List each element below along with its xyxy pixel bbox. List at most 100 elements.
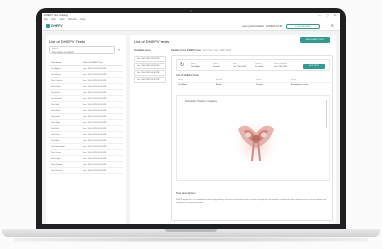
logo-text: DHEPV <box>51 24 63 28</box>
test-date-cell: Jan. 19th 2023 04:30 PM <box>83 170 107 172</box>
illustration-frame: Illustration: Positive / Negative <box>176 95 330 181</box>
summary-value: Positive <box>213 65 221 68</box>
camera-dot <box>190 10 192 12</box>
summary-card: ↻ Name Test Alpha Status Positive Date Jan.… <box>176 59 330 71</box>
test-name-cell: Test Delta <box>51 86 61 88</box>
test-date-cell: Jan. 19th 2023 04:30 PM <box>83 92 107 94</box>
test-date-cell: Jan. 19th 2023 04:30 PM <box>83 80 107 82</box>
detail-panel-title: List of DHEPV tests <box>134 39 170 44</box>
summary-value: Dr. Smith <box>255 65 264 68</box>
test-date-cell: Jan. 19th 2023 04:30 PM <box>83 116 107 118</box>
tests-list-panel: List of DHEPV Tests Search Test name or … <box>46 35 126 224</box>
results-col: Status <box>256 79 262 81</box>
summary-value: Test Alpha <box>191 65 201 68</box>
test-date-cell: Jan. 19th 2023 04:30 PM <box>83 140 107 142</box>
test-date-cell: Jan. 19th 2023 04:30 PM <box>83 164 107 166</box>
menu-window[interactable]: Window <box>68 18 77 21</box>
menu-file[interactable]: File <box>44 18 48 21</box>
stage: DHEPV Test Catalog — ▢ ✕ File Edit View … <box>0 0 382 249</box>
menu-edit[interactable]: Edit <box>52 18 56 21</box>
available-test-item[interactable]: Jan. 19th 2023 04:30 PM <box>134 63 166 69</box>
test-name-cell: Test Kilo <box>51 128 59 130</box>
tests-table: Test Name Date of DHEPV Test Test Alpha J… <box>49 60 123 174</box>
test-name-cell: Test Alpha <box>51 68 61 70</box>
search-label: Search <box>52 47 59 50</box>
results-col: Sample <box>216 79 223 81</box>
window-title: DHEPV Test Catalog <box>44 14 69 17</box>
test-name-cell: Test Quebec <box>51 164 63 166</box>
test-date-cell: Jan. 19th 2023 04:30 PM <box>83 158 107 160</box>
description-title: Test description <box>176 191 196 195</box>
laptop-notch <box>165 229 217 232</box>
app-screen: DHEPV Test Catalog — ▢ ✕ File Edit View … <box>42 13 340 224</box>
test-name-cell: Test Lima <box>51 134 60 136</box>
column-test-name[interactable]: Test Name <box>49 60 83 65</box>
details-subtitle: Test from Jan. 19th 2023 <box>202 49 232 52</box>
test-name-cell: Test Echo <box>51 92 61 94</box>
test-name-cell: Test Hotel <box>51 110 61 112</box>
test-name-cell: Test Mike <box>51 140 60 142</box>
summary-field: Operator Dr. Smith <box>255 63 263 68</box>
available-test-item[interactable]: Jan. 19th 2023 04:30 PM <box>134 56 166 62</box>
details-title-text: Details of the DHEPV test <box>171 49 201 52</box>
test-date-cell: Jan. 19th 2023 04:30 PM <box>83 104 107 106</box>
test-date-cell: Jan. 19th 2023 04:30 PM <box>83 86 107 88</box>
summary-field: Results uploaded Jan. 19th 2023 <box>274 63 287 68</box>
details-box: ↻ Name Test Alpha Status Positive Date Jan.… <box>171 55 333 221</box>
gear-icon[interactable]: ⚙ <box>330 24 334 28</box>
app-logo: DHEPV <box>46 24 63 29</box>
results-cell: Positive <box>256 84 264 86</box>
test-name-cell: Test Foxtrot <box>51 98 62 100</box>
illustration-caption: Illustration: Positive / Negative <box>185 100 218 103</box>
column-test-date[interactable]: Date of DHEPV Test <box>83 60 123 65</box>
test-name-cell: Test Romeo <box>51 170 63 172</box>
details-title: Details of the DHEPV test Test from Jan. … <box>171 49 231 52</box>
test-date-cell: Jan. 19th 2023 04:30 PM <box>83 134 107 136</box>
test-date-cell: Jan. 19th 2023 04:30 PM <box>83 98 107 100</box>
synchronize-button[interactable]: SYNCHRONIZE <box>286 24 320 29</box>
test-name-cell: Test November <box>51 146 65 148</box>
description-text: DHEPV diagnostics is a standardized tech… <box>176 199 327 204</box>
menu-view[interactable]: View <box>59 18 64 21</box>
available-test-item[interactable]: Jan. 19th 2023 04:30 PM <box>134 77 166 83</box>
logo-icon <box>46 24 50 29</box>
results-cell: According to criteria <box>291 84 309 86</box>
test-date-cell: Jan. 19th 2023 04:30 PM <box>83 74 107 76</box>
summary-field: Status Positive <box>213 63 220 68</box>
tests-list-title: List of DHEPV Tests <box>49 39 85 44</box>
scrollbar[interactable] <box>325 100 327 128</box>
section-label: List of DHEPV tests <box>176 74 199 77</box>
test-name-cell: Test Papa <box>51 158 61 160</box>
test-date-cell: Jan. 19th 2023 04:30 PM <box>83 152 107 154</box>
available-tests-label: Available tests <box>134 49 151 52</box>
menu-help[interactable]: Help <box>80 18 85 21</box>
test-date-cell: Jan. 19th 2023 04:30 PM <box>83 128 107 130</box>
test-detail-panel: List of DHEPV tests NEW DHEPV TEST Avail… <box>130 35 336 224</box>
results-table-row: Test Alpha Blood Positive According to c… <box>176 83 330 88</box>
test-date-cell: Jan. 19th 2023 04:30 PM <box>83 122 107 124</box>
app-header: DHEPV Last synchronization : 01/06/23 12… <box>42 22 340 31</box>
test-name-cell: Test Golf <box>51 104 60 106</box>
anatomy-illustration <box>232 117 280 169</box>
search-icon[interactable]: ⌕ <box>118 48 120 52</box>
search-input[interactable]: Search Test name or search <box>49 46 115 54</box>
test-name-cell: Test Oscar <box>51 152 61 154</box>
laptop-shadow <box>14 237 368 242</box>
test-name-cell: Test India <box>51 116 60 118</box>
test-name-cell: Test Charlie <box>51 80 62 82</box>
test-name-cell: Test Juliet <box>51 122 61 124</box>
results-col: Result <box>291 79 297 81</box>
test-name-cell: Test Bravo <box>51 74 61 76</box>
available-test-item[interactable]: Jan. 19th 2023 04:30 PM <box>134 70 166 76</box>
new-test-button[interactable]: NEW DHEPV TEST <box>300 37 330 43</box>
test-date-cell: Jan. 19th 2023 04:30 PM <box>83 146 107 148</box>
test-date-cell: Jan. 19th 2023 04:30 PM <box>83 110 107 112</box>
edit-test-button[interactable]: EDIT TEST <box>303 63 325 69</box>
summary-field: Name Test Alpha <box>191 63 200 68</box>
refresh-icon[interactable]: ↻ <box>180 63 184 68</box>
results-col: Name <box>178 79 183 81</box>
summary-value: Jan. 19th 2023 <box>233 65 247 68</box>
table-row[interactable]: Test Romeo Jan. 19th 2023 04:30 PM <box>49 168 123 174</box>
test-date-cell: Jan. 19th 2023 04:30 PM <box>83 68 107 70</box>
summary-value: Jan. 19th 2023 <box>274 65 288 68</box>
